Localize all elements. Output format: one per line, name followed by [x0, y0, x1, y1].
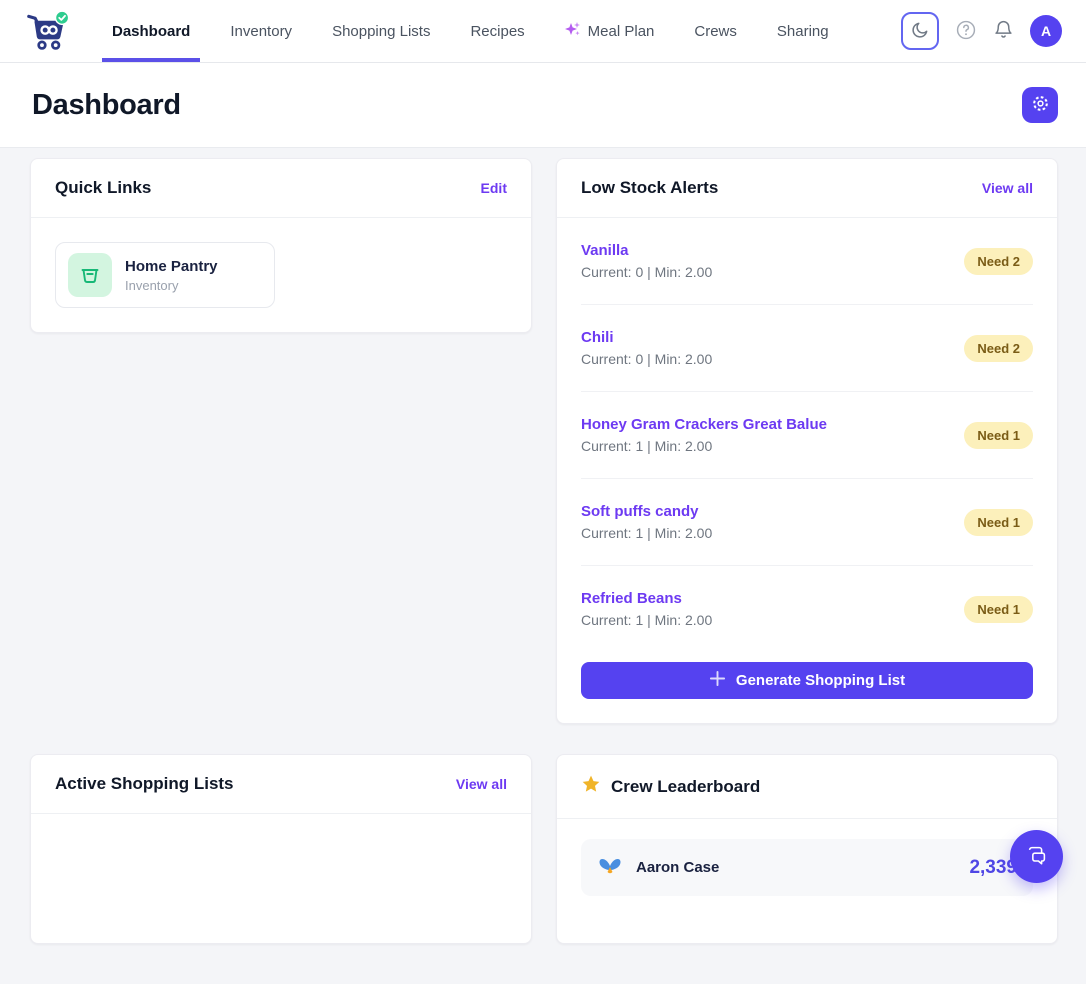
low-stock-alerts-card: Low Stock Alerts View all Vanilla Curren… [556, 158, 1058, 724]
quick-link-category: Inventory [125, 278, 218, 293]
user-avatar[interactable]: A [1030, 15, 1062, 47]
nav-label: Meal Plan [588, 23, 655, 40]
nav-item-dashboard[interactable]: Dashboard [92, 0, 210, 62]
nav-actions: A [901, 12, 1062, 50]
page-title: Dashboard [32, 89, 181, 122]
stock-item-row: Honey Gram Crackers Great Balue Current:… [581, 392, 1033, 479]
active-lists-title: Active Shopping Lists [55, 774, 234, 794]
active-lists-view-all-link[interactable]: View all [456, 776, 507, 792]
generate-button-label: Generate Shopping List [736, 672, 905, 689]
nav-label: Sharing [777, 23, 829, 40]
stock-item-name[interactable]: Vanilla [581, 242, 712, 259]
stock-item-detail: Current: 1 | Min: 2.00 [581, 438, 827, 454]
quick-links-card: Quick Links Edit Home Pantry Inventory [30, 158, 532, 333]
nav-item-meal-plan[interactable]: Meal Plan [545, 0, 675, 62]
stock-item-info: Refried Beans Current: 1 | Min: 2.00 [581, 590, 712, 628]
top-nav: Dashboard Inventory Shopping Lists Recip… [0, 0, 1086, 63]
generate-shopping-list-button[interactable]: Generate Shopping List [581, 662, 1033, 699]
moon-icon [910, 20, 930, 43]
nav-label: Shopping Lists [332, 23, 430, 40]
stock-item-info: Honey Gram Crackers Great Balue Current:… [581, 416, 827, 454]
stock-item-detail: Current: 0 | Min: 2.00 [581, 351, 712, 367]
low-stock-body: Vanilla Current: 0 | Min: 2.00 Need 2 Ch… [557, 218, 1057, 723]
quick-link-home-pantry[interactable]: Home Pantry Inventory [55, 242, 275, 308]
notifications-button[interactable] [993, 19, 1014, 43]
stock-item-row: Soft puffs candy Current: 1 | Min: 2.00 … [581, 479, 1033, 566]
leaderboard-title-text: Crew Leaderboard [611, 777, 760, 797]
page-header: Dashboard [0, 63, 1086, 148]
quick-links-edit-link[interactable]: Edit [481, 180, 507, 196]
leaderboard-title: Crew Leaderboard [581, 774, 760, 799]
leaderboard-row[interactable]: Aaron Case 2,339 [581, 839, 1033, 896]
nav-label: Dashboard [112, 23, 190, 40]
help-button[interactable] [955, 19, 977, 44]
stock-item-name[interactable]: Refried Beans [581, 590, 712, 607]
star-icon [581, 774, 601, 799]
stock-item-row: Refried Beans Current: 1 | Min: 2.00 Nee… [581, 566, 1033, 652]
leaderboard-header: Crew Leaderboard [557, 755, 1057, 819]
low-stock-header: Low Stock Alerts View all [557, 159, 1057, 218]
chat-fab-button[interactable] [1010, 830, 1063, 883]
stock-item-name[interactable]: Chili [581, 329, 712, 346]
need-badge: Need 1 [964, 422, 1033, 449]
crew-member-name: Aaron Case [636, 859, 719, 876]
need-badge: Need 1 [964, 596, 1033, 623]
stock-item-detail: Current: 0 | Min: 2.00 [581, 264, 712, 280]
nav-item-sharing[interactable]: Sharing [757, 0, 849, 62]
dashboard-content: Quick Links Edit Home Pantry Inventory [0, 148, 1086, 984]
active-lists-header: Active Shopping Lists View all [31, 755, 531, 814]
need-badge: Need 1 [964, 509, 1033, 536]
primary-navigation: Dashboard Inventory Shopping Lists Recip… [92, 0, 849, 62]
nav-item-recipes[interactable]: Recipes [450, 0, 544, 62]
help-circle-icon [955, 19, 977, 44]
stock-item-info: Chili Current: 0 | Min: 2.00 [581, 329, 712, 367]
nav-item-crews[interactable]: Crews [674, 0, 757, 62]
stock-item-name[interactable]: Honey Gram Crackers Great Balue [581, 416, 827, 433]
nav-label: Recipes [470, 23, 524, 40]
quick-link-text: Home Pantry Inventory [125, 258, 218, 293]
nav-label: Inventory [230, 23, 292, 40]
stock-item-row: Chili Current: 0 | Min: 2.00 Need 2 [581, 305, 1033, 392]
need-badge: Need 2 [964, 335, 1033, 362]
quick-link-name: Home Pantry [125, 258, 218, 275]
pantry-bin-icon [68, 253, 112, 297]
sparkles-icon [565, 21, 581, 41]
low-stock-title: Low Stock Alerts [581, 178, 718, 198]
chat-bubbles-icon [1025, 843, 1049, 870]
leaderboard-body: Aaron Case 2,339 [557, 819, 1057, 916]
nav-item-inventory[interactable]: Inventory [210, 0, 312, 62]
avatar-initial: A [1041, 23, 1051, 39]
low-stock-view-all-link[interactable]: View all [982, 180, 1033, 196]
dashboard-settings-button[interactable] [1022, 87, 1058, 123]
quick-links-header: Quick Links Edit [31, 159, 531, 218]
stock-item-row: Vanilla Current: 0 | Min: 2.00 Need 2 [581, 218, 1033, 305]
crew-leaderboard-card: Crew Leaderboard Aaron Case 2,339 [556, 754, 1058, 944]
theme-toggle-button[interactable] [901, 12, 939, 50]
need-badge: Need 2 [964, 248, 1033, 275]
stock-item-info: Soft puffs candy Current: 1 | Min: 2.00 [581, 503, 712, 541]
bell-icon [993, 19, 1014, 43]
gear-icon [1031, 94, 1050, 116]
crew-member-avatar [597, 852, 623, 883]
stock-item-detail: Current: 1 | Min: 2.00 [581, 612, 712, 628]
app-logo-cart-icon[interactable] [24, 8, 70, 54]
stock-item-name[interactable]: Soft puffs candy [581, 503, 712, 520]
stock-item-info: Vanilla Current: 0 | Min: 2.00 [581, 242, 712, 280]
active-lists-body [31, 814, 531, 854]
plus-icon [709, 670, 726, 691]
quick-links-body: Home Pantry Inventory [31, 218, 531, 332]
active-shopping-lists-card: Active Shopping Lists View all [30, 754, 532, 944]
stock-item-detail: Current: 1 | Min: 2.00 [581, 525, 712, 541]
nav-label: Crews [694, 23, 737, 40]
nav-item-shopping-lists[interactable]: Shopping Lists [312, 0, 450, 62]
quick-links-title: Quick Links [55, 178, 151, 198]
